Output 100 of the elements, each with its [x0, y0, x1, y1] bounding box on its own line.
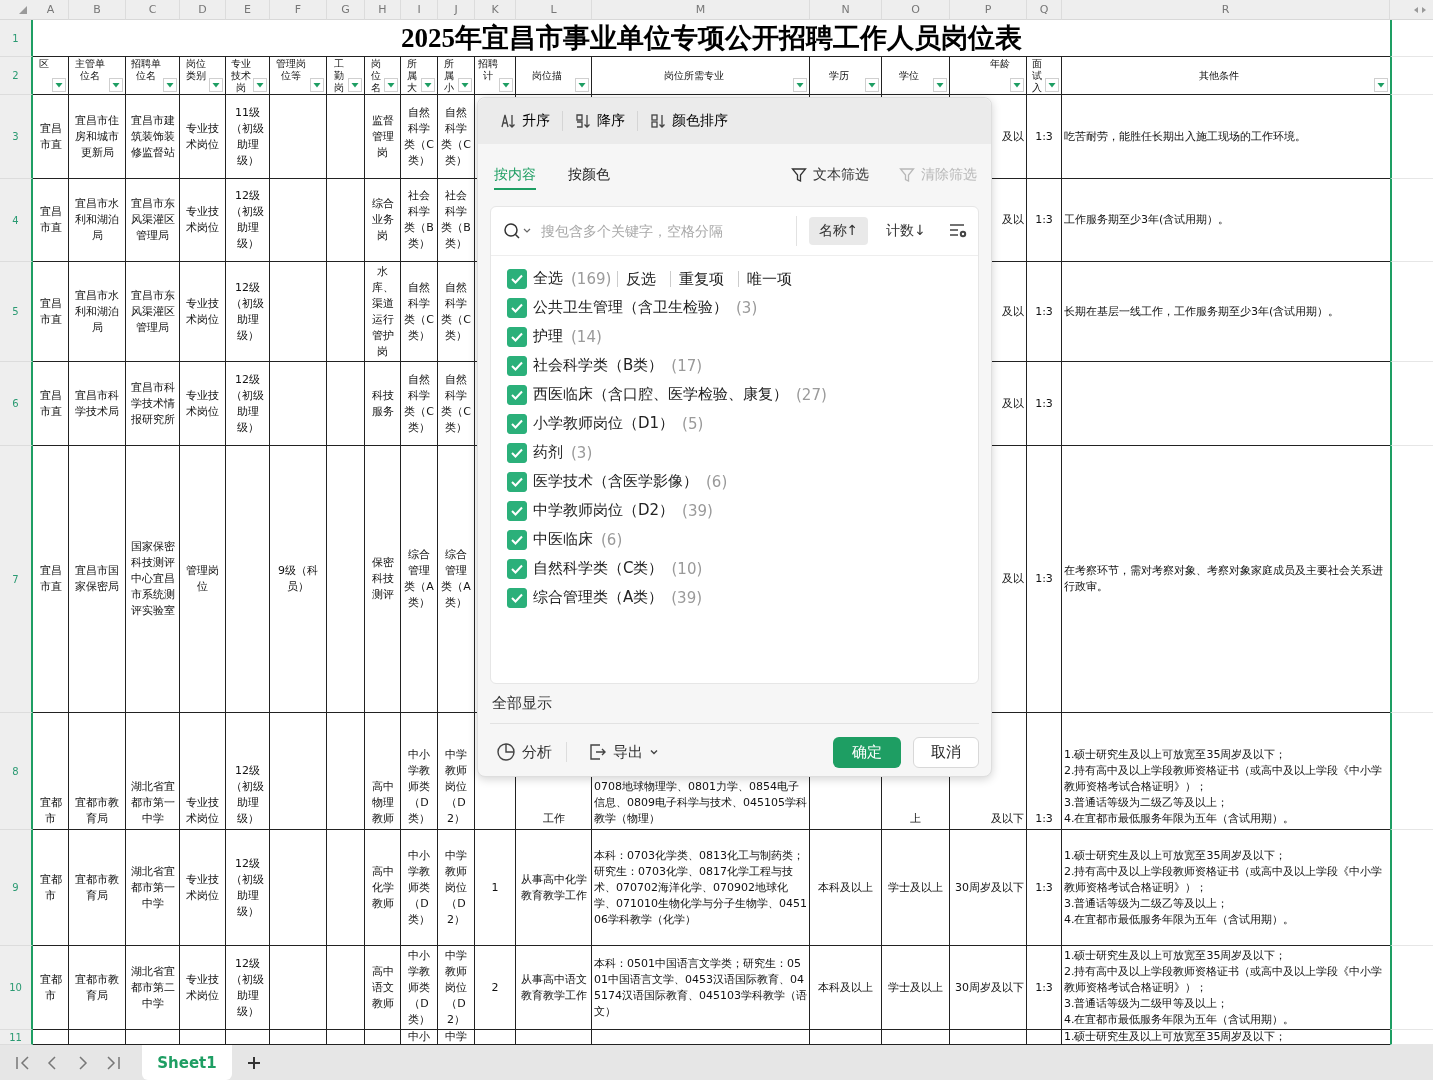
filter-tab[interactable]: 按颜色 — [568, 160, 610, 190]
row-number[interactable]: 9 — [0, 830, 33, 946]
filter-dropdown-button[interactable] — [109, 78, 123, 92]
list-settings-icon[interactable] — [948, 222, 968, 240]
table-cell: 宜都市 — [33, 713, 69, 830]
filter-dropdown-button[interactable] — [384, 78, 398, 92]
filter-dropdown-button[interactable] — [1010, 78, 1024, 92]
filter-dropdown-button[interactable] — [865, 78, 879, 92]
table-cell: 国家保密科技测评中心宜昌市系统测评实验室 — [126, 446, 180, 713]
filter-option[interactable]: 医学技术（含医学影像） — [533, 472, 698, 491]
sort-descending-button[interactable]: 降序 — [563, 111, 638, 131]
add-sheet-icon[interactable] — [246, 1054, 262, 1071]
column-letter[interactable]: N — [810, 0, 882, 20]
filter-dropdown-button[interactable] — [52, 78, 66, 92]
column-letter[interactable]: D — [180, 0, 226, 20]
search-icon[interactable] — [503, 222, 531, 240]
checkbox[interactable] — [507, 297, 527, 318]
column-letter[interactable]: O — [882, 0, 950, 20]
table-cell: 学士及以上 — [882, 946, 950, 1030]
row-number[interactable]: 10 — [0, 946, 33, 1030]
column-letter[interactable]: E — [226, 0, 270, 20]
filter-dropdown-button[interactable] — [310, 78, 324, 92]
filter-dropdown-button[interactable] — [575, 78, 589, 92]
quick-action-link[interactable]: 重复项 — [670, 270, 733, 287]
show-all-link[interactable]: 全部显示 — [492, 694, 552, 713]
export-button[interactable]: 导出 — [566, 742, 673, 762]
filter-dropdown-button[interactable] — [253, 78, 267, 92]
checkbox[interactable] — [507, 471, 527, 492]
row-number[interactable]: 8 — [0, 713, 33, 830]
filter-option[interactable]: 药剂 — [533, 443, 563, 462]
checkbox[interactable] — [507, 442, 527, 463]
filter-option[interactable]: 公共卫生管理（含卫生检验） — [533, 298, 728, 317]
filter-tab[interactable]: 按内容 — [494, 160, 536, 190]
cancel-button[interactable]: 取消 — [913, 736, 979, 768]
search-field[interactable]: 搜包含多个关键字，空格分隔 — [539, 222, 753, 240]
first-sheet-icon[interactable] — [14, 1053, 32, 1072]
column-letter[interactable]: F — [270, 0, 327, 20]
column-letter[interactable]: Q — [1027, 0, 1062, 20]
column-resize-icon[interactable] — [1413, 5, 1427, 14]
checkbox[interactable] — [507, 268, 527, 289]
table-cell: 自然科学类（C类） — [401, 362, 438, 446]
sort-option[interactable]: 计数↓ — [876, 217, 936, 245]
filter-option[interactable]: 综合管理类（A类） — [533, 588, 664, 607]
filter-dropdown-button[interactable] — [458, 78, 472, 92]
filter-option[interactable]: 中学教师岗位（D2） — [533, 501, 675, 520]
sort-ascending-button[interactable]: 升序 — [488, 111, 563, 131]
column-letter[interactable]: J — [438, 0, 475, 20]
column-letter[interactable]: B — [69, 0, 126, 20]
filter-option[interactable]: 小学教师岗位（D1） — [533, 414, 675, 433]
quick-action-link[interactable]: 唯一项 — [738, 270, 801, 287]
sort-by-color-button[interactable]: 颜色排序 — [638, 111, 740, 131]
filter-dropdown-button[interactable] — [163, 78, 177, 92]
quick-action-link[interactable]: 反选 — [617, 270, 665, 287]
row-number[interactable]: 3 — [0, 95, 33, 179]
row-number[interactable]: 1 — [0, 20, 33, 57]
confirm-button[interactable]: 确定 — [833, 736, 901, 768]
filter-dropdown-button[interactable] — [793, 78, 807, 92]
row-number[interactable]: 5 — [0, 262, 33, 362]
checkbox[interactable] — [507, 500, 527, 521]
filter-dropdown-button[interactable] — [499, 78, 513, 92]
select-all-icon[interactable] — [19, 6, 27, 14]
column-letter[interactable]: P — [950, 0, 1027, 20]
last-sheet-icon[interactable] — [104, 1053, 122, 1072]
row-number[interactable]: 2 — [0, 57, 33, 95]
column-letter[interactable]: L — [516, 0, 592, 20]
checkbox[interactable] — [507, 326, 527, 347]
filter-dropdown-button[interactable] — [348, 78, 362, 92]
filter-option[interactable]: 护理 — [533, 327, 563, 346]
filter-option[interactable]: 西医临床（含口腔、医学检验、康复） — [533, 385, 788, 404]
filter-dropdown-button[interactable] — [421, 78, 435, 92]
select-all-option[interactable]: 全选 — [533, 269, 563, 288]
table-cell: 12级（初级助理级） — [226, 262, 270, 362]
column-letter[interactable]: K — [475, 0, 516, 20]
column-letter[interactable]: G — [327, 0, 365, 20]
sheet-tab[interactable]: Sheet1 — [142, 1045, 232, 1080]
filter-option[interactable]: 社会科学类（B类） — [533, 356, 664, 375]
column-letter[interactable]: H — [365, 0, 401, 20]
column-letter[interactable]: M — [592, 0, 810, 20]
filter-dropdown-button[interactable] — [209, 78, 223, 92]
row-number[interactable]: 11 — [0, 1030, 33, 1045]
sort-option[interactable]: 名称↑ — [808, 217, 869, 245]
column-letter[interactable]: C — [126, 0, 180, 20]
filter-dropdown-button[interactable] — [1045, 78, 1059, 92]
checkbox[interactable] — [507, 587, 527, 608]
checkbox[interactable] — [507, 384, 527, 405]
checkbox[interactable] — [507, 355, 527, 376]
row-number[interactable]: 4 — [0, 179, 33, 262]
checkbox[interactable] — [507, 529, 527, 550]
filter-dropdown-button[interactable] — [1374, 78, 1388, 92]
checkbox[interactable] — [507, 558, 527, 579]
text-filter-button[interactable]: 文本筛选 — [785, 165, 875, 185]
filter-option[interactable]: 自然科学类（C类） — [533, 559, 664, 578]
column-letter[interactable]: I — [401, 0, 438, 20]
column-letter[interactable]: R — [1062, 0, 1390, 20]
column-letter[interactable]: A — [33, 0, 69, 20]
filter-option[interactable]: 中医临床 — [533, 530, 593, 549]
row-number[interactable]: 7 — [0, 446, 33, 713]
row-number[interactable]: 6 — [0, 362, 33, 446]
filter-dropdown-button[interactable] — [933, 78, 947, 92]
checkbox[interactable] — [507, 413, 527, 434]
